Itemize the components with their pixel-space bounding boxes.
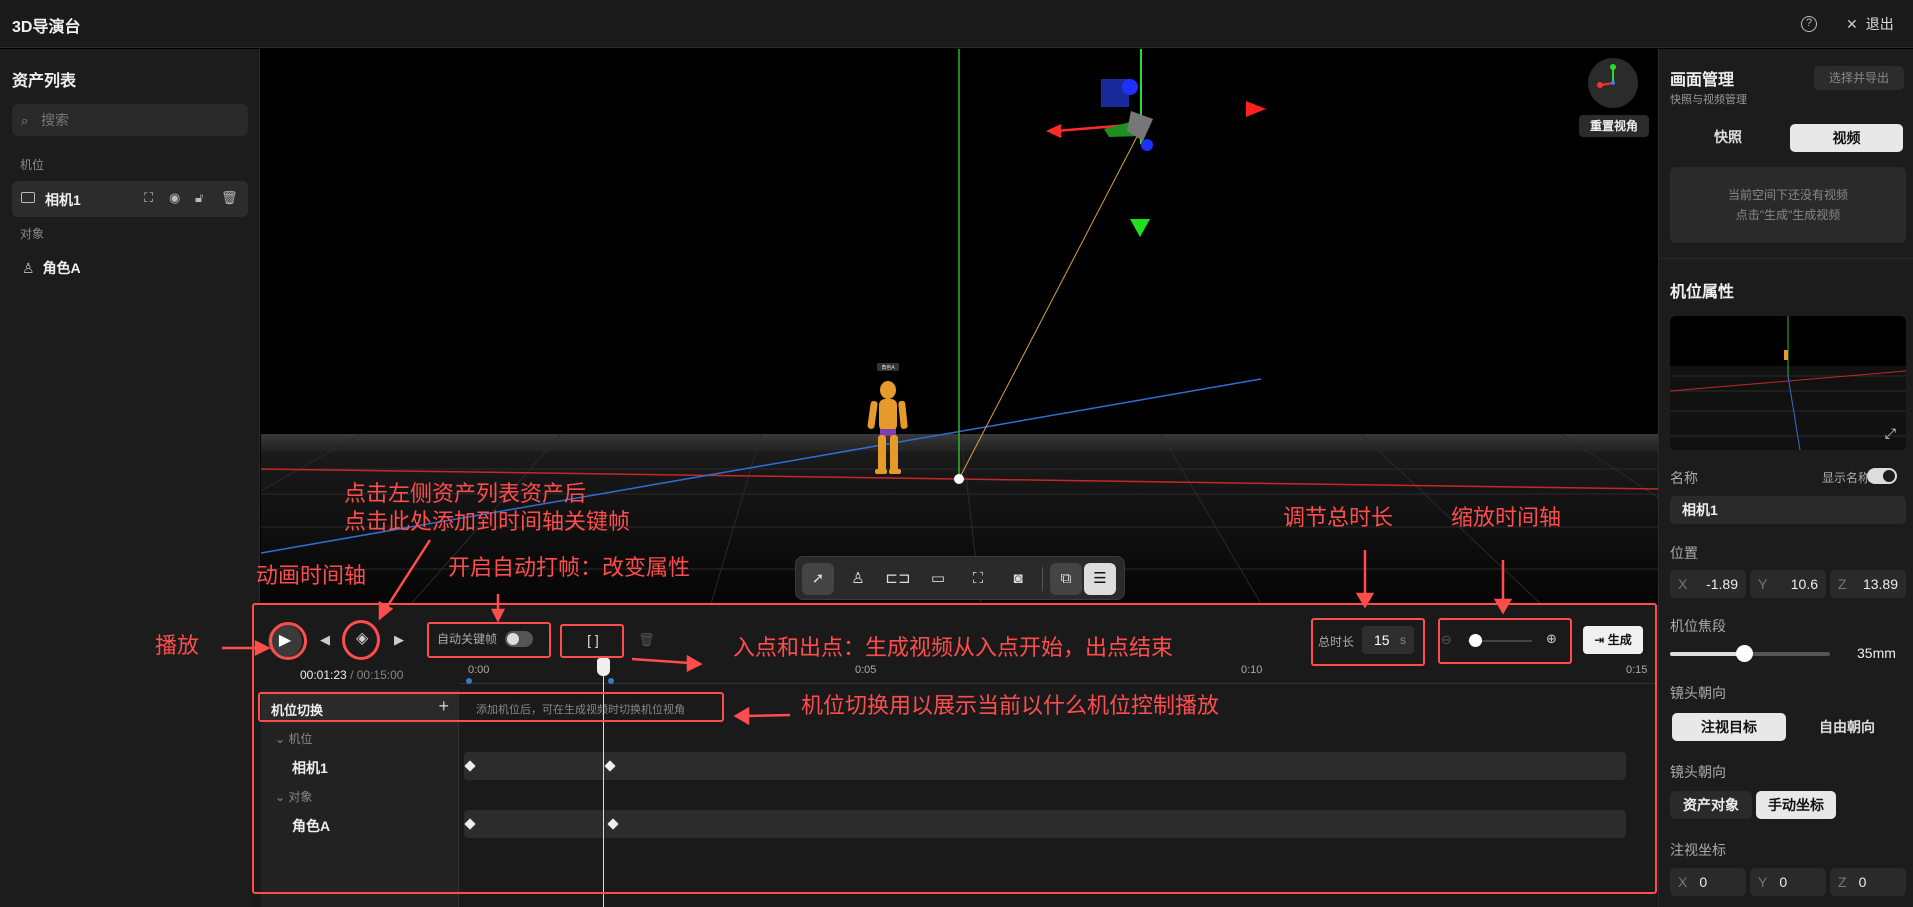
annotation-play: 播放 — [155, 633, 200, 658]
annotation-camera-switch: 机位切换用以展示当前以什么机位控制播放 — [801, 693, 1220, 718]
annotation-arrows — [222, 539, 1513, 726]
annotation-in-out: 入点和出点：生成视频从入点开始，出点结束 — [733, 635, 1174, 660]
annotation-click-asset-2: 点击此处添加到时间轴关键帧 — [344, 509, 631, 534]
annotation-zoom-timeline: 缩放时间轴 — [1451, 505, 1562, 530]
annotation-auto-key: 开启自动打帧：改变属性 — [448, 555, 691, 580]
annotation-adjust-total: 调节总时长 — [1283, 505, 1394, 530]
annotation-anim-timeline: 动画时间轴 — [256, 563, 367, 588]
